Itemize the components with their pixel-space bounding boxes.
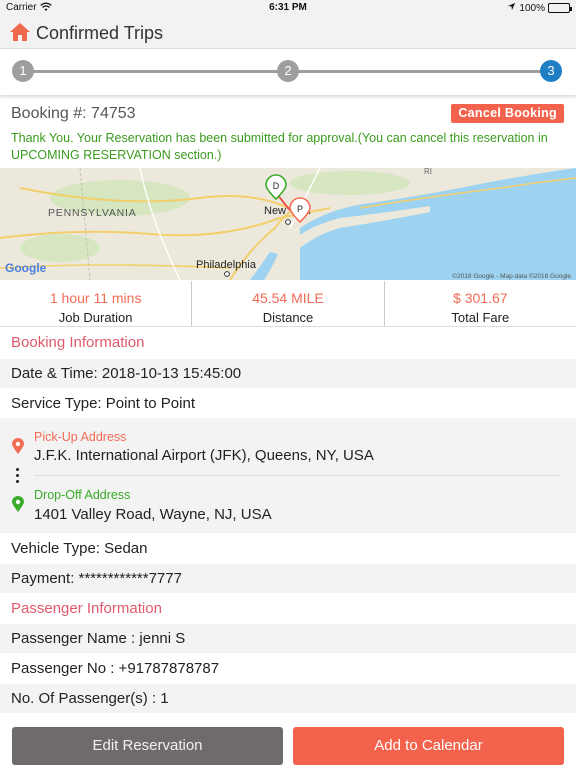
location-arrow-icon xyxy=(507,2,516,14)
step-1: 1 xyxy=(12,60,34,82)
stat-value: $ 301.67 xyxy=(453,290,508,306)
passenger-name-row: Passenger Name : jenni S xyxy=(0,624,576,653)
google-logo: Google xyxy=(5,261,47,275)
home-icon[interactable] xyxy=(9,22,31,42)
map-attribution: ©2018 Google - Map data ©2018 Google xyxy=(452,272,571,280)
date-time-row: Date & Time: 2018-10-13 15:45:00 xyxy=(0,359,576,388)
stat-total-fare: $ 301.67 Total Fare xyxy=(383,281,576,326)
map-label-philadelphia: Philadelphia xyxy=(196,259,257,271)
passenger-number-row: Passenger No : +91787878787 xyxy=(11,660,220,677)
svg-text:D: D xyxy=(273,181,280,191)
dropoff-pin-icon xyxy=(12,496,24,513)
stat-job-duration: 1 hour 11 mins Job Duration xyxy=(0,281,191,326)
payment-row: Payment: ************7777 xyxy=(0,564,576,593)
booking-number: Booking #: 74753 xyxy=(11,105,136,122)
map-label-ri: RI xyxy=(424,168,432,176)
battery-percent: 100% xyxy=(519,2,545,14)
step-3: 3 xyxy=(540,60,562,82)
trip-stats: 1 hour 11 mins Job Duration 45.54 MILE D… xyxy=(0,281,576,327)
dropoff-label: Drop-Off Address xyxy=(34,488,131,502)
confirmation-message: Thank You. Your Reservation has been sub… xyxy=(11,131,548,162)
step-2: 2 xyxy=(277,60,299,82)
vehicle-type-row: Vehicle Type: Sedan xyxy=(11,540,148,557)
pickup-address: J.F.K. International Airport (JFK), Quee… xyxy=(34,447,374,464)
progress-stepper: 1 2 3 xyxy=(0,50,576,95)
stat-label: Total Fare xyxy=(451,310,510,325)
stat-label: Distance xyxy=(262,310,314,325)
address-block: Pick-Up Address J.F.K. International Air… xyxy=(0,418,576,533)
passenger-info-heading: Passenger Information xyxy=(11,600,162,617)
cancel-booking-button[interactable]: Cancel Booking xyxy=(451,104,564,123)
edit-reservation-button[interactable]: Edit Reservation xyxy=(12,727,283,765)
pickup-label: Pick-Up Address xyxy=(34,430,127,444)
status-time: 6:31 PM xyxy=(269,2,307,13)
battery-icon xyxy=(548,3,572,13)
status-bar: Carrier 6:31 PM 100% xyxy=(0,0,576,16)
address-divider xyxy=(34,475,560,476)
page-title: Confirmed Trips xyxy=(36,23,164,43)
stat-value: 45.54 MILE xyxy=(252,290,324,306)
dropoff-address: 1401 Valley Road, Wayne, NJ, USA xyxy=(34,506,272,523)
stat-value: 1 hour 11 mins xyxy=(49,290,142,306)
add-to-calendar-button[interactable]: Add to Calendar xyxy=(293,727,564,765)
stat-distance: 45.54 MILE Distance xyxy=(191,281,383,326)
service-type-row: Service Type: Point to Point xyxy=(11,395,195,412)
svg-text:P: P xyxy=(297,204,303,214)
action-bar: Edit Reservation Add to Calendar xyxy=(0,716,576,768)
booking-header: Booking #: 74753 Cancel Booking xyxy=(0,103,576,127)
pickup-pin-icon xyxy=(12,438,24,455)
passenger-count-row: No. Of Passenger(s) : 1 xyxy=(0,684,576,713)
booking-info-heading: Booking Information xyxy=(11,334,145,351)
map-label-pennsylvania: PENNSYLVANIA xyxy=(48,207,137,219)
route-dots xyxy=(16,468,20,486)
app-header: Confirmed Trips xyxy=(0,16,576,49)
stat-label: Job Duration xyxy=(58,310,133,325)
route-map[interactable]: PENNSYLVANIA New York Philadelphia RI Go… xyxy=(0,168,576,280)
